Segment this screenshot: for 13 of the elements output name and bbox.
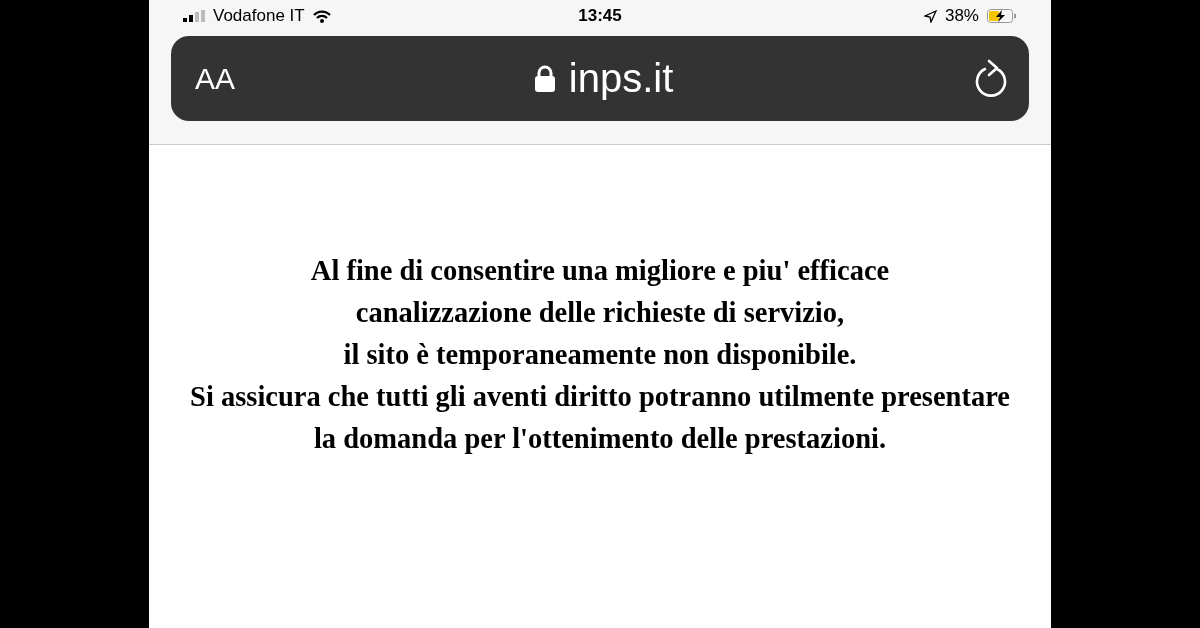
- address-bar[interactable]: AA inps.it: [171, 36, 1029, 121]
- battery-charging-icon: [987, 9, 1017, 23]
- battery-percent: 38%: [944, 6, 979, 26]
- maintenance-message: Al fine di consentire una migliore e piu' efficace canalizzazione delle richieste di servizio, il sito è temporaneamente non disponibile. Si assicura che tutti gli aventi diritto potranno utilmente presentare la domanda per l'ottenimento delle prestazioni.: [189, 254, 1011, 456]
- clock-time: 13:45: [578, 6, 622, 26]
- text-size-button[interactable]: AA: [195, 61, 236, 96]
- location-arrow-icon: [923, 9, 937, 23]
- wifi-icon: [312, 9, 331, 23]
- url-text: inps.it: [568, 56, 674, 101]
- carrier-name: Vodafone IT: [213, 6, 305, 26]
- signal-icon: [183, 10, 205, 22]
- lock-icon: [534, 65, 555, 92]
- reload-icon[interactable]: [973, 58, 1009, 99]
